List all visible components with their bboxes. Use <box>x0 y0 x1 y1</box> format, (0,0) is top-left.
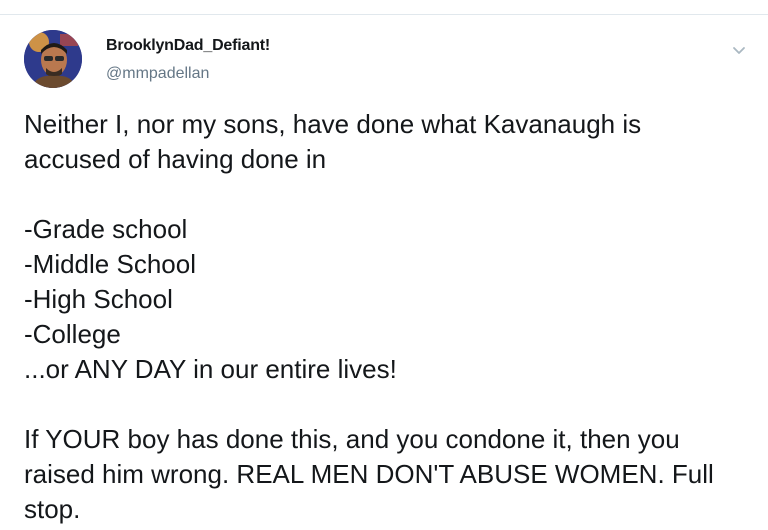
tweet-line: Neither I, nor my sons, have done what K… <box>24 109 642 139</box>
tweet-line: stop. <box>24 494 81 524</box>
chevron-down-icon <box>733 47 745 54</box>
tweet-text: Neither I, nor my sons, have done what K… <box>24 107 746 527</box>
author-display-name[interactable]: BrooklynDad_Defiant! <box>106 37 270 55</box>
tweet-list-item: -Grade school <box>24 214 188 244</box>
tweet-list-item: -Middle School <box>24 249 196 279</box>
avatar[interactable] <box>24 30 82 88</box>
tweet-card: BrooklynDad_Defiant! @mmpadellan Neither… <box>0 15 768 530</box>
tweet-line: If YOUR boy has done this, and you condo… <box>24 424 680 454</box>
tweet-line: accused of having done in <box>24 144 327 174</box>
tweet-list-item: -College <box>24 319 121 349</box>
tweet-list-item: -High School <box>24 284 173 314</box>
author-handle[interactable]: @mmpadellan <box>106 65 209 83</box>
tweet-menu-button[interactable] <box>730 42 748 60</box>
top-divider <box>0 0 768 15</box>
avatar-photo-icon <box>24 30 82 88</box>
tweet-line: ...or ANY DAY in our entire lives! <box>24 354 397 384</box>
tweet-line: raised him wrong. REAL MEN DON'T ABUSE W… <box>24 459 714 489</box>
